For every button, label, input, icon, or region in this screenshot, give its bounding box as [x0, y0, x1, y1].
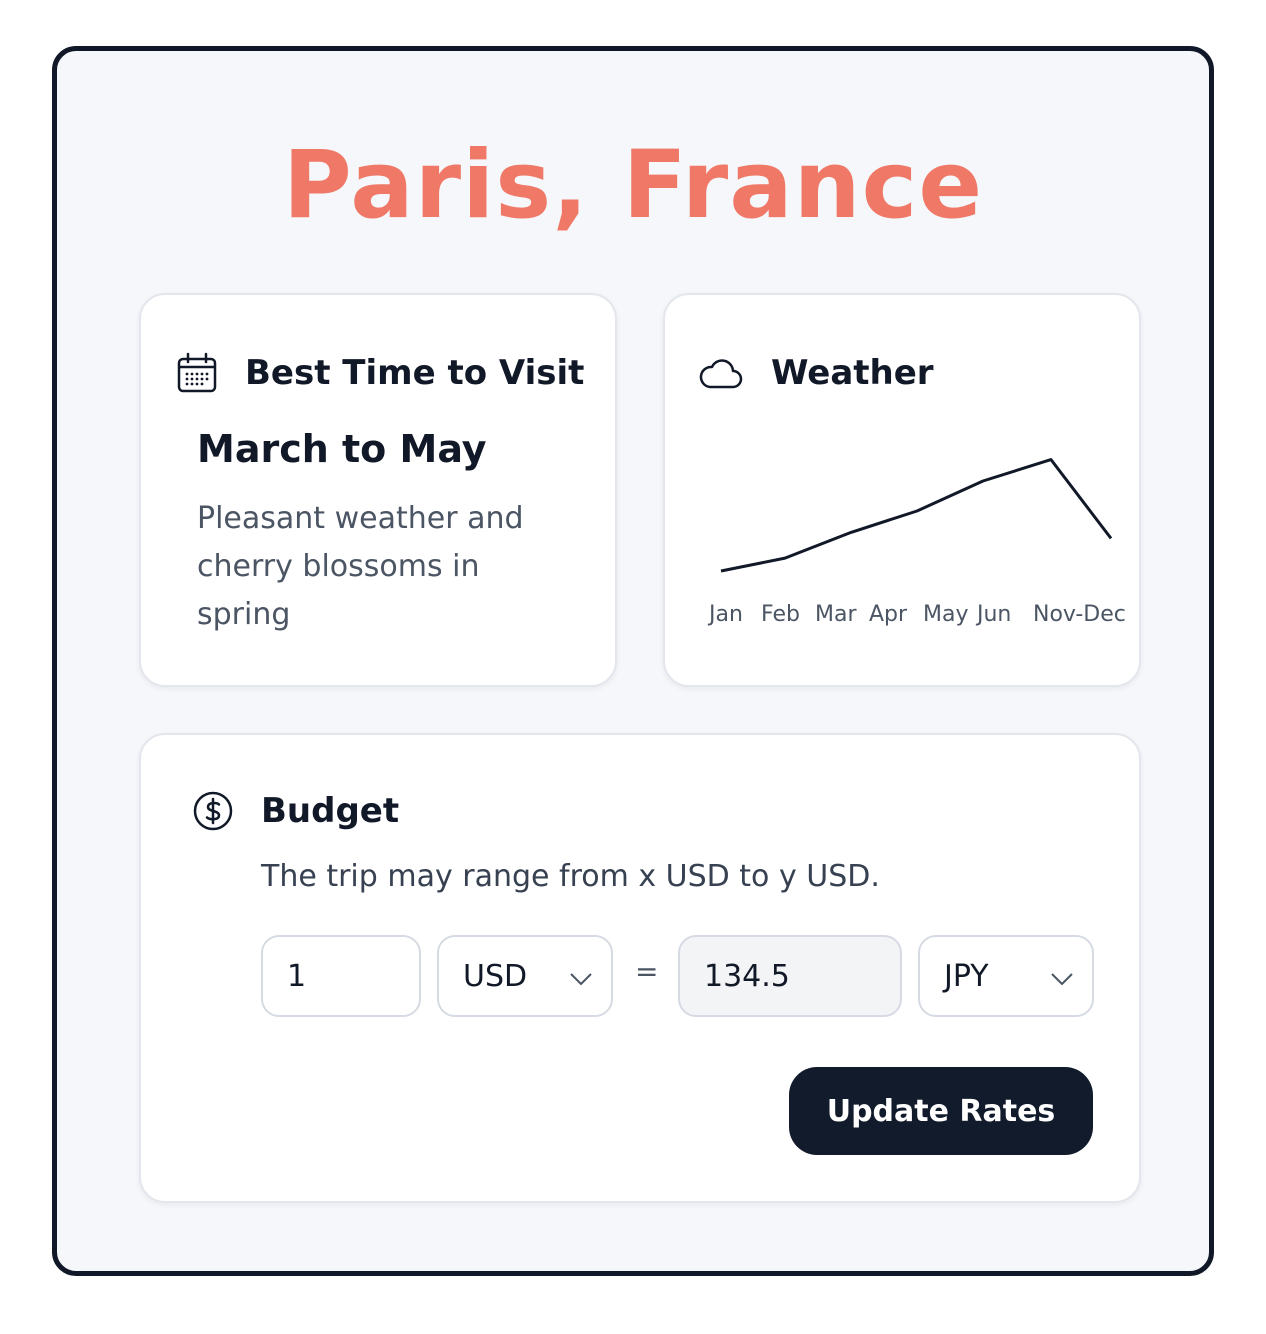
- from-currency-value: USD: [463, 958, 528, 994]
- chevron-down-icon: [569, 959, 593, 994]
- weather-series-line: [720, 458, 1113, 573]
- weather-tick-label: Mar: [815, 602, 857, 627]
- update-rates-button[interactable]: Update Rates: [789, 1067, 1093, 1155]
- amount-input[interactable]: 1: [261, 935, 421, 1017]
- converted-amount-field: 134.5: [678, 935, 902, 1017]
- weather-tick-label: Feb: [761, 602, 800, 627]
- equals-sign: =: [635, 955, 659, 988]
- budget-range-text: The trip may range from x USD to y USD.: [261, 859, 880, 894]
- best-time-header: Best Time to Visit: [175, 351, 584, 395]
- weather-tick-label: Jun: [975, 602, 1011, 627]
- best-time-description: Pleasant weather and cherry blossoms in …: [197, 501, 524, 632]
- best-time-range: March to May: [197, 427, 487, 471]
- page-title: Paris, France: [282, 131, 984, 240]
- weather-tick-label: Apr: [869, 602, 908, 627]
- weather-line-chart: Jan Feb Mar Apr May Jun Nov-Dec: [707, 458, 1126, 627]
- converted-amount-value: 134.5: [704, 958, 790, 994]
- weather-tick-label: Jan: [707, 602, 743, 627]
- to-currency-select[interactable]: JPY: [918, 935, 1094, 1017]
- best-time-title: Best Time to Visit: [245, 353, 585, 393]
- amount-value: 1: [287, 958, 307, 994]
- weather-tick-label: Nov-Dec: [1033, 602, 1126, 627]
- dollar-circle-icon: [191, 789, 235, 833]
- calendar-icon: [175, 351, 219, 395]
- best-time-card: Best Time to Visit March to May Pleasant…: [139, 293, 617, 687]
- budget-title: Budget: [261, 791, 400, 831]
- weather-tick-label: May: [923, 602, 968, 627]
- weather-card: Weather Jan Feb Mar Apr May Jun Nov-Dec: [663, 293, 1141, 687]
- chevron-down-icon: [1050, 959, 1074, 994]
- to-currency-value: JPY: [944, 958, 989, 994]
- budget-header: Budget: [191, 789, 399, 833]
- budget-card: Budget The trip may range from x USD to …: [139, 733, 1141, 1203]
- from-currency-select[interactable]: USD: [437, 935, 613, 1017]
- destination-panel: Paris, France Best Time to Visit March t…: [52, 46, 1214, 1276]
